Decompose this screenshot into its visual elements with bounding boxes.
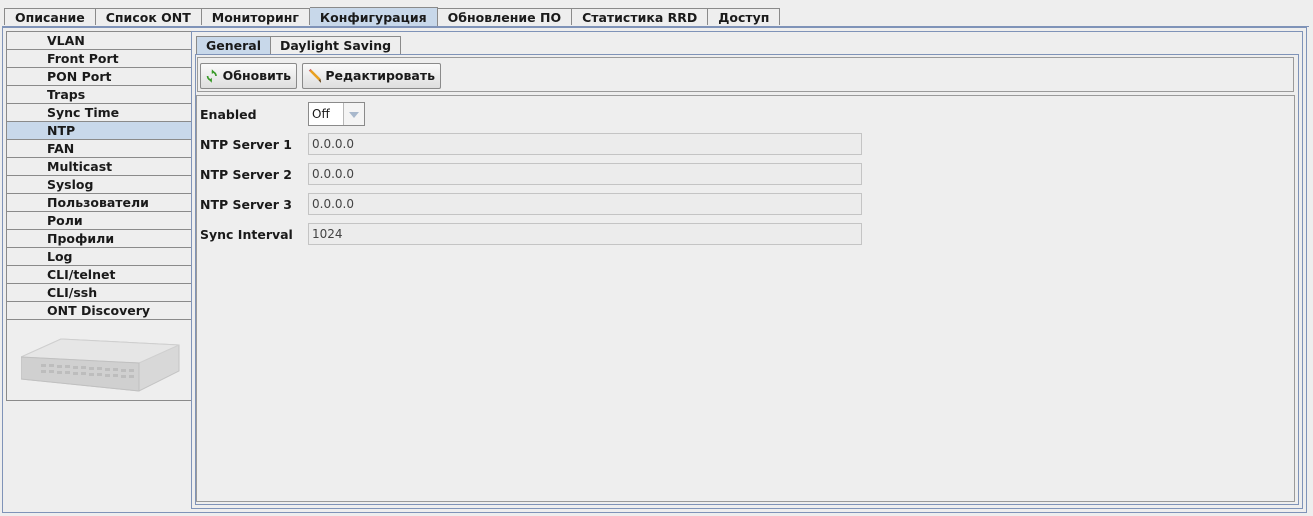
ntp-server-2-label: NTP Server 2 [200, 167, 292, 182]
sidebar-item-vlan[interactable]: VLAN [7, 32, 191, 50]
edit-button[interactable]: Редактировать [302, 63, 441, 89]
chevron-down-icon[interactable] [343, 103, 364, 125]
config-sidebar: VLAN Front Port PON Port Traps Sync Time… [6, 31, 192, 401]
sidebar-item-profiles[interactable]: Профили [7, 230, 191, 248]
sidebar-item-users[interactable]: Пользователи [7, 194, 191, 212]
sidebar-item-syslog[interactable]: Syslog [7, 176, 191, 194]
ntp-server-1-field[interactable]: 0.0.0.0 [308, 133, 862, 155]
sidebar-item-sync-time[interactable]: Sync Time [7, 104, 191, 122]
sidebar-item-pon-port[interactable]: PON Port [7, 68, 191, 86]
ntp-server-3-field[interactable]: 0.0.0.0 [308, 193, 862, 215]
ntp-server-3-label: NTP Server 3 [200, 197, 292, 212]
sidebar-item-ont-discovery[interactable]: ONT Discovery [7, 302, 191, 320]
sidebar-item-log[interactable]: Log [7, 248, 191, 266]
tab-access[interactable]: Доступ [708, 8, 781, 25]
sidebar-item-fan[interactable]: FAN [7, 140, 191, 158]
sidebar-item-traps[interactable]: Traps [7, 86, 191, 104]
enabled-label: Enabled [200, 107, 257, 122]
tab-general[interactable]: General [196, 36, 271, 54]
sidebar-item-multicast[interactable]: Multicast [7, 158, 191, 176]
tab-ont-list[interactable]: Список ONT [95, 8, 202, 25]
enabled-select-value: Off [312, 107, 330, 121]
ntp-form-area [196, 95, 1295, 502]
refresh-button[interactable]: Обновить [200, 63, 297, 89]
olt-device-image [21, 338, 180, 392]
tab-firmware-update[interactable]: Обновление ПО [437, 8, 573, 25]
tab-configuration[interactable]: Конфигурация [309, 7, 438, 26]
sidebar-item-cli-telnet[interactable]: CLI/telnet [7, 266, 191, 284]
main-tab-bar: Описание Список ONT Мониторинг Конфигура… [4, 7, 781, 26]
tab-daylight-saving[interactable]: Daylight Saving [271, 36, 402, 54]
sidebar-item-roles[interactable]: Роли [7, 212, 191, 230]
sidebar-item-ntp[interactable]: NTP [7, 122, 191, 140]
sync-interval-label: Sync Interval [200, 227, 293, 242]
ntp-server-1-label: NTP Server 1 [200, 137, 292, 152]
ntp-server-2-field[interactable]: 0.0.0.0 [308, 163, 862, 185]
edit-button-label: Редактировать [325, 68, 435, 83]
sidebar-item-cli-ssh[interactable]: CLI/ssh [7, 284, 191, 302]
refresh-button-label: Обновить [222, 68, 291, 83]
sidebar-item-front-port[interactable]: Front Port [7, 50, 191, 68]
refresh-icon [206, 69, 217, 83]
sync-interval-field[interactable]: 1024 [308, 223, 862, 245]
pencil-icon [308, 68, 322, 84]
ntp-subtab-bar: General Daylight Saving [196, 36, 402, 54]
tab-rrd-statistics[interactable]: Статистика RRD [572, 8, 709, 25]
enabled-select[interactable]: Off [308, 102, 365, 126]
tab-monitoring[interactable]: Мониторинг [201, 8, 310, 25]
tab-description[interactable]: Описание [4, 8, 96, 25]
